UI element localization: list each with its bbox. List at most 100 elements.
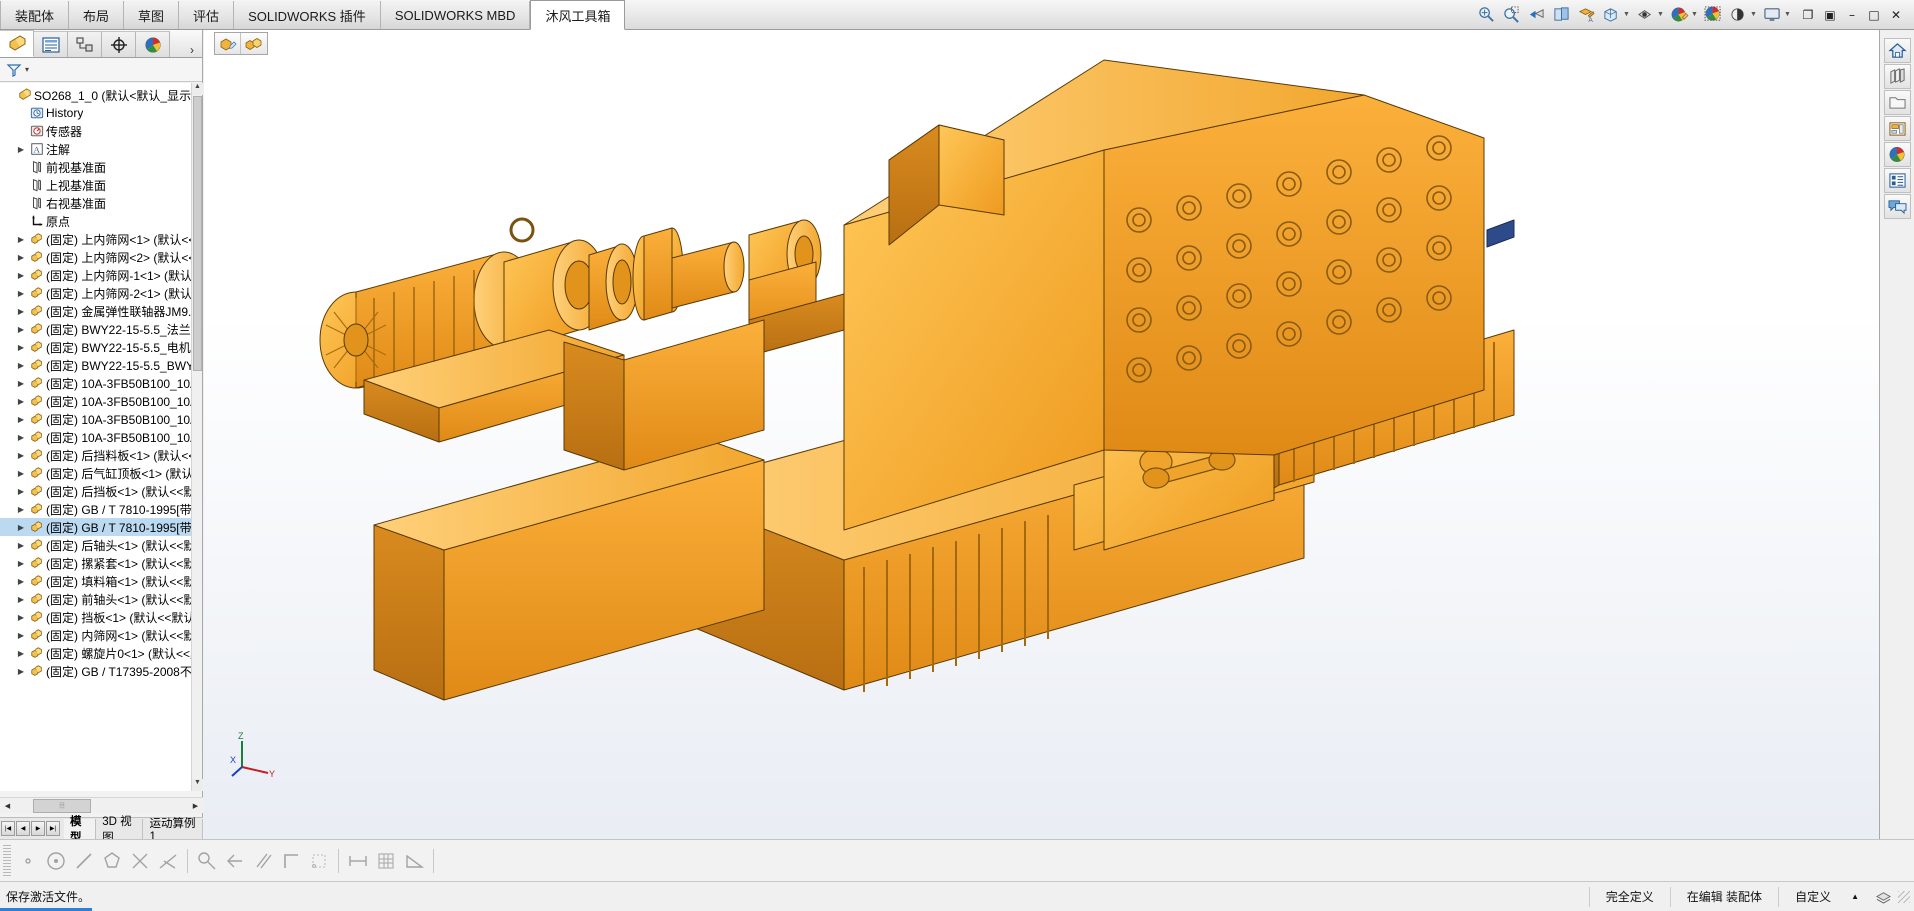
- chevron-down-icon[interactable]: ▼: [1783, 11, 1792, 18]
- maximize-window-icon[interactable]: □: [1866, 8, 1882, 22]
- tree-node[interactable]: ▶ A 注解: [0, 140, 202, 158]
- tree-node[interactable]: ▶ (固定) 后轴头<1> (默认<<默认>: [0, 536, 202, 554]
- tree-node[interactable]: ▶ (固定) GB / T 7810-1995[带立式: [0, 500, 202, 518]
- expand-arrow-icon[interactable]: ▶: [14, 487, 28, 496]
- chevron-down-icon[interactable]: ▼: [1749, 11, 1758, 18]
- pin-window-icon[interactable]: ▣: [1822, 8, 1838, 22]
- zoom-to-fit-button[interactable]: [1475, 4, 1497, 26]
- feature-manager-tab[interactable]: [0, 30, 34, 57]
- tree-node[interactable]: ▶ (固定) 上内筛网<2> (默认<<默认: [0, 248, 202, 266]
- dimxpert-manager-tab[interactable]: [102, 31, 136, 57]
- expand-arrow-icon[interactable]: ▶: [14, 343, 28, 352]
- chevron-down-icon[interactable]: ▼: [1656, 11, 1665, 18]
- tree-node[interactable]: ▶ (固定) 挡板<1> (默认<<默认>_9: [0, 608, 202, 626]
- close-window-icon[interactable]: ✕: [1888, 8, 1904, 22]
- trim-icon[interactable]: [221, 846, 249, 876]
- dashed-box-icon[interactable]: [305, 846, 333, 876]
- ribbon-tab-1[interactable]: 布局: [69, 1, 125, 29]
- view-settings-button[interactable]: [1727, 4, 1749, 26]
- tree-node[interactable]: ▶ SO268_1_0 (默认<默认_显示状态-1>: [0, 86, 202, 104]
- tree-node[interactable]: ▶ (固定) 10A-3FB50B100_10A-3FB: [0, 428, 202, 446]
- tree-node[interactable]: ▶ (固定) 后挡板<1> (默认<<默认>: [0, 482, 202, 500]
- toolbar-grip[interactable]: [3, 844, 11, 877]
- expand-arrow-icon[interactable]: ▶: [14, 451, 28, 460]
- expand-arrow-icon[interactable]: ▶: [14, 361, 28, 370]
- expand-arrow-icon[interactable]: ▶: [14, 433, 28, 442]
- coincident-icon[interactable]: [126, 846, 154, 876]
- tree-node[interactable]: ▶ (固定) 10A-3FB50B100_10A-3FB: [0, 410, 202, 428]
- ribbon-tab-4[interactable]: SOLIDWORKS 插件: [234, 1, 381, 29]
- layers-icon[interactable]: [1869, 887, 1898, 907]
- tree-node[interactable]: ▶ (固定) GB / T 7810-1995[带立式: [0, 518, 202, 536]
- filter-caret-icon[interactable]: ▾: [25, 65, 29, 74]
- expand-arrow-icon[interactable]: ▶: [14, 325, 28, 334]
- hscroll-thumb[interactable]: ⦙⦙⦙: [33, 798, 91, 813]
- configuration-manager-tab[interactable]: [68, 31, 102, 57]
- view-orientation-button[interactable]: A: [1575, 4, 1597, 26]
- tree-node[interactable]: ▶ (固定) 上内筛网<1> (默认<<默认: [0, 230, 202, 248]
- nav-button-3[interactable]: ▶|: [46, 821, 60, 836]
- expand-arrow-icon[interactable]: ▶: [14, 469, 28, 478]
- tree-node[interactable]: ▶ (固定) 10A-3FB50B100_10A-3FB: [0, 392, 202, 410]
- custom-properties-button[interactable]: [1883, 116, 1911, 141]
- bottom-tab-1[interactable]: 3D 视图: [96, 816, 144, 844]
- tree-node[interactable]: ▶ 传感器: [0, 122, 202, 140]
- previous-view-button[interactable]: [1525, 4, 1547, 26]
- smart-dimension-icon[interactable]: [344, 846, 372, 876]
- expand-arrow-icon[interactable]: ▶: [14, 397, 28, 406]
- expand-arrow-icon[interactable]: ▶: [14, 667, 28, 676]
- scroll-down-icon[interactable]: ▼: [192, 779, 203, 791]
- expand-arrow-icon[interactable]: ▶: [14, 253, 28, 262]
- ribbon-tab-6[interactable]: 沐风工具箱: [530, 0, 626, 30]
- task-list-button[interactable]: [1883, 168, 1911, 193]
- mirror-icon[interactable]: [193, 846, 221, 876]
- expand-arrow-icon[interactable]: ▶: [14, 505, 28, 514]
- hide-show-items-button[interactable]: [1634, 4, 1656, 26]
- angle-icon[interactable]: [400, 846, 428, 876]
- expand-arrow-icon[interactable]: ▶: [14, 577, 28, 586]
- apply-scene-button[interactable]: [1702, 4, 1724, 26]
- ribbon-tab-2[interactable]: 草图: [124, 1, 180, 29]
- corner-icon[interactable]: [277, 846, 305, 876]
- minimize-window-icon[interactable]: –: [1844, 8, 1860, 22]
- ribbon-tab-5[interactable]: SOLIDWORKS MBD: [380, 1, 531, 29]
- tree-filter-bar[interactable]: ▾: [0, 58, 202, 82]
- tree-node[interactable]: ▶ (固定) BWY22-15-5.5_电机<1> (: [0, 338, 202, 356]
- forum-button[interactable]: [1883, 194, 1911, 219]
- graphics-area[interactable]: Z Y X: [204, 30, 1879, 839]
- filter-funnel-icon[interactable]: [6, 62, 22, 78]
- edit-appearance-button[interactable]: [1668, 4, 1690, 26]
- scenes-folder-button[interactable]: [1883, 90, 1911, 115]
- motion-nav-buttons[interactable]: |◀ ◀ ▶ ▶|: [0, 821, 60, 836]
- appearances-button[interactable]: [1883, 64, 1911, 89]
- bottom-tab-2[interactable]: 运动算例 1: [143, 818, 203, 843]
- tree-node[interactable]: ▶ (固定) 金属弹性联轴器JM9.1<1>: [0, 302, 202, 320]
- scroll-up-icon[interactable]: ▲: [192, 83, 203, 95]
- nav-button-0[interactable]: |◀: [1, 821, 15, 836]
- tree-node[interactable]: ▶ (固定) 上内筛网-1<1> (默认<<默: [0, 266, 202, 284]
- scroll-thumb[interactable]: [193, 96, 202, 371]
- tree-node[interactable]: ▶ 原点: [0, 212, 202, 230]
- display-manager-button[interactable]: [1883, 142, 1911, 167]
- hscroll-left-icon[interactable]: ◀: [0, 799, 15, 813]
- tree-node[interactable]: ▶ (固定) 后气缸顶板<1> (默认<<默: [0, 464, 202, 482]
- tree-node[interactable]: ▶ (固定) 前轴头<1> (默认<<默认>: [0, 590, 202, 608]
- circle-icon[interactable]: [42, 846, 70, 876]
- tree-node[interactable]: ▶ (固定) 上内筛网-2<1> (默认<<默: [0, 284, 202, 302]
- property-manager-tab[interactable]: [34, 31, 68, 57]
- status-custom[interactable]: 自定义: [1778, 886, 1847, 907]
- expand-arrow-icon[interactable]: ▶: [14, 271, 28, 280]
- nav-button-2[interactable]: ▶: [31, 821, 45, 836]
- line-icon[interactable]: [70, 846, 98, 876]
- tree-node[interactable]: ▶ (固定) GB / T17395-2008不锈钢: [0, 662, 202, 680]
- expand-arrow-icon[interactable]: ▶: [14, 559, 28, 568]
- tangent-icon[interactable]: [154, 846, 182, 876]
- expand-arrow-icon[interactable]: ▶: [14, 595, 28, 604]
- feature-tree[interactable]: ▶ SO268_1_0 (默认<默认_显示状态-1>▶ History▶ 传感器…: [0, 83, 202, 791]
- expand-arrow-icon[interactable]: ▶: [14, 523, 28, 532]
- hscroll-right-icon[interactable]: ▶: [188, 799, 203, 813]
- chevron-down-icon[interactable]: ▼: [1690, 11, 1699, 18]
- tree-node[interactable]: ▶ (固定) 摞紧套<1> (默认<<默认>: [0, 554, 202, 572]
- resize-grip[interactable]: [1898, 890, 1910, 903]
- chevron-down-icon[interactable]: ▼: [1622, 11, 1631, 18]
